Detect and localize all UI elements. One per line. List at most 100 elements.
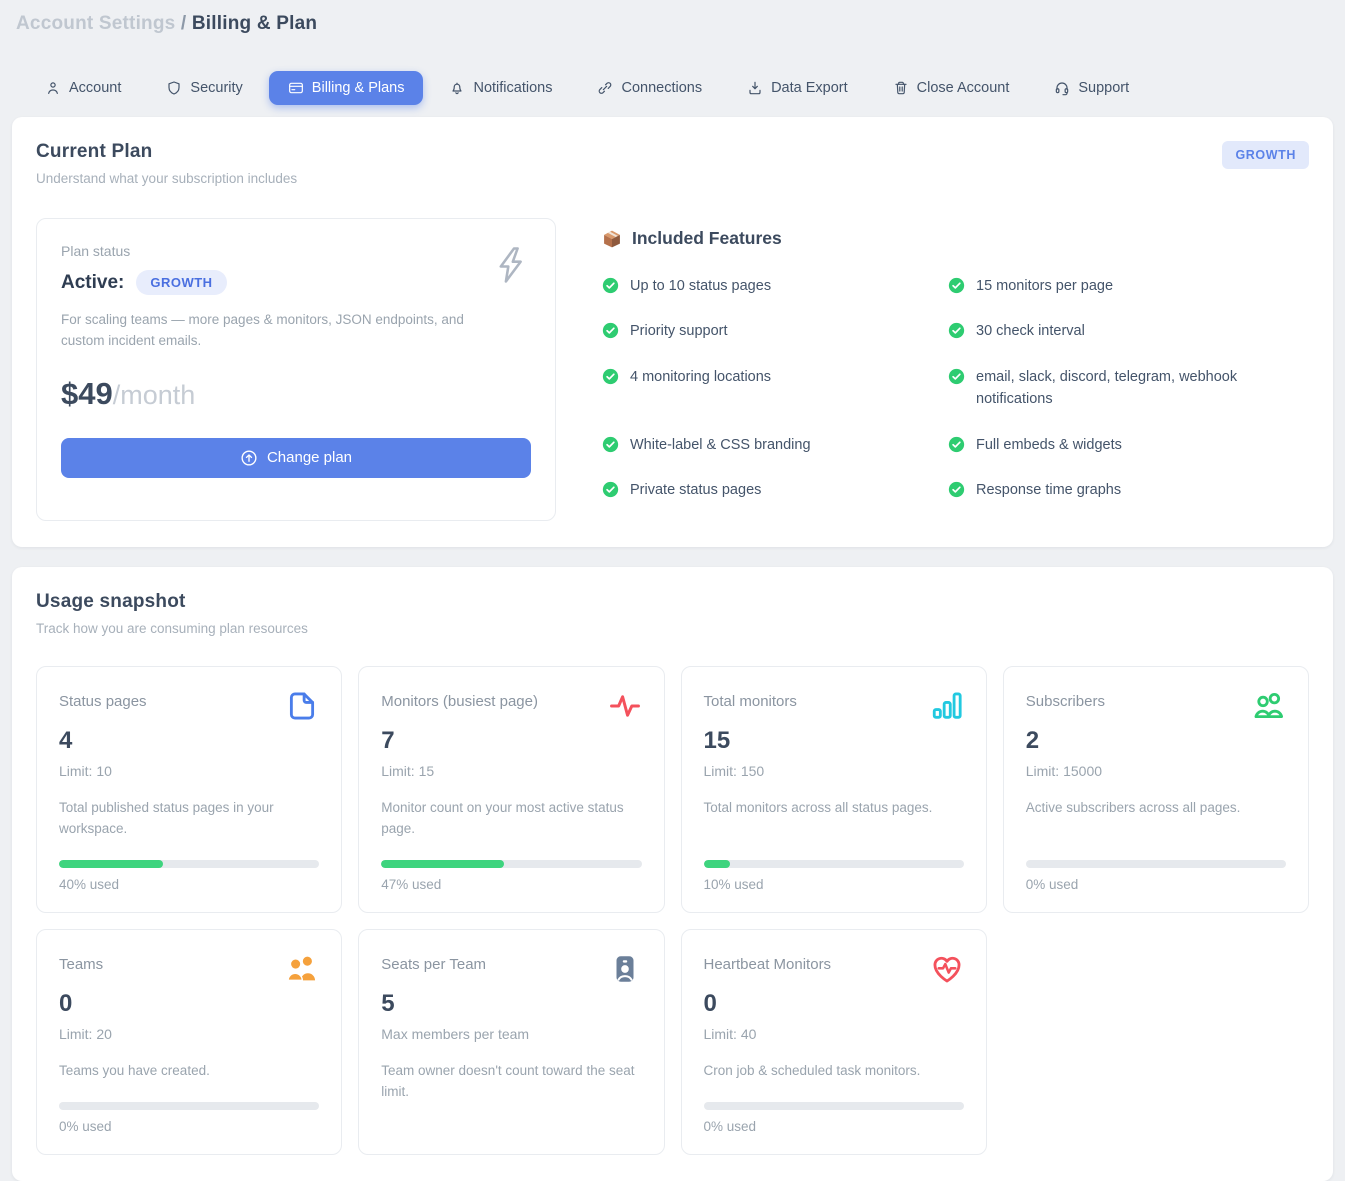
check-circle-icon: [602, 436, 619, 453]
usage-card-value: 15: [704, 727, 964, 755]
feature-item: Private status pages: [602, 479, 948, 501]
tab-data-export[interactable]: Data Export: [728, 71, 867, 105]
download-icon: [747, 80, 763, 96]
usage-card-total-monitors: Total monitors 15 Limit: 150 Total monit…: [681, 666, 987, 913]
usage-card-title: Status pages: [59, 689, 147, 710]
usage-card-value: 0: [704, 990, 964, 1018]
settings-tab-bar: Account Security Billing & Plans Notific…: [26, 71, 1319, 105]
price-amount: $49: [61, 376, 113, 412]
current-plan-card: Current Plan Understand what your subscr…: [12, 117, 1333, 547]
usage-card-limit: Limit: 15: [381, 763, 641, 779]
usage-card-value: 4: [59, 727, 319, 755]
feature-label: 4 monitoring locations: [630, 366, 771, 388]
breadcrumb-separator: /: [181, 13, 192, 34]
features-title: Included Features: [632, 228, 782, 249]
usage-percent-label: 47% used: [381, 877, 641, 892]
feature-label: 30 check interval: [976, 320, 1085, 342]
activity-icon: [608, 689, 642, 723]
usage-grid: Status pages 4 Limit: 10 Total published…: [36, 666, 1309, 1155]
billing-page: Account Settings / Billing & Plan Accoun…: [0, 0, 1345, 1181]
price-period: /month: [113, 380, 196, 411]
feature-label: Response time graphs: [976, 479, 1121, 501]
check-circle-icon: [602, 368, 619, 385]
tab-connections[interactable]: Connections: [578, 71, 721, 105]
usage-percent-label: 0% used: [704, 1119, 964, 1134]
included-features: Included Features Up to 10 status pages …: [602, 218, 1309, 521]
usage-card-value: 0: [59, 990, 319, 1018]
progress-track: [381, 860, 641, 868]
tab-label: Data Export: [771, 80, 848, 96]
usage-card-limit: Limit: 15000: [1026, 763, 1286, 779]
usage-card-value: 7: [381, 727, 641, 755]
feature-item: email, slack, discord, telegram, webhook…: [948, 366, 1309, 411]
progress-track: [1026, 860, 1286, 868]
headset-icon: [1054, 80, 1070, 96]
usage-card-value: 5: [381, 990, 641, 1018]
bar-chart-icon: [930, 689, 964, 723]
feature-item: 15 monitors per page: [948, 275, 1309, 297]
change-plan-label: Change plan: [267, 449, 352, 466]
usage-percent-label: 0% used: [1026, 877, 1286, 892]
user-icon: [45, 80, 61, 96]
feature-label: Full embeds & widgets: [976, 434, 1122, 456]
usage-card-monitors-busiest: Monitors (busiest page) 7 Limit: 15 Moni…: [358, 666, 664, 913]
feature-label: White-label & CSS branding: [630, 434, 811, 456]
usage-card-limit: Limit: 40: [704, 1026, 964, 1042]
change-plan-button[interactable]: Change plan: [61, 438, 531, 478]
bell-icon: [449, 80, 465, 96]
tab-support[interactable]: Support: [1035, 71, 1148, 105]
current-plan-subtitle: Understand what your subscription includ…: [36, 171, 297, 186]
usage-card-status-pages: Status pages 4 Limit: 10 Total published…: [36, 666, 342, 913]
tab-close-account[interactable]: Close Account: [874, 71, 1029, 105]
tab-label: Notifications: [473, 80, 552, 96]
feature-item: Response time graphs: [948, 479, 1309, 501]
usage-card-limit: Limit: 10: [59, 763, 319, 779]
usage-card-description: Active subscribers across all pages.: [1026, 798, 1286, 819]
document-icon: [285, 689, 319, 723]
tab-account[interactable]: Account: [26, 71, 140, 105]
usage-card-title: Teams: [59, 952, 103, 973]
usage-percent-label: 10% used: [704, 877, 964, 892]
plan-status-box: Plan status Active: GROWTH For scaling t…: [36, 218, 556, 521]
usage-card-description: Teams you have created.: [59, 1061, 319, 1082]
usage-card-seats-per-team: Seats per Team 5 Max members per team Te…: [358, 929, 664, 1155]
progress-fill: [59, 860, 163, 868]
check-circle-icon: [948, 322, 965, 339]
id-badge-icon: [608, 952, 642, 986]
usage-grid-empty-cell: [1003, 929, 1309, 1155]
feature-label: Private status pages: [630, 479, 761, 501]
feature-label: email, slack, discord, telegram, webhook…: [976, 366, 1279, 411]
usage-card-teams: Teams 0 Limit: 20 Teams you have created…: [36, 929, 342, 1155]
usage-card-title: Monitors (busiest page): [381, 689, 538, 710]
usage-card-value: 2: [1026, 727, 1286, 755]
usage-card-description: Total published status pages in your wor…: [59, 798, 319, 840]
progress-track: [704, 860, 964, 868]
tab-billing-plans[interactable]: Billing & Plans: [269, 71, 424, 105]
feature-item: Full embeds & widgets: [948, 434, 1309, 456]
tab-label: Close Account: [917, 80, 1010, 96]
feature-label: Up to 10 status pages: [630, 275, 771, 297]
check-circle-icon: [948, 436, 965, 453]
feature-item: 4 monitoring locations: [602, 366, 948, 411]
tab-security[interactable]: Security: [147, 71, 261, 105]
heart-pulse-icon: [930, 952, 964, 986]
tab-label: Account: [69, 80, 121, 96]
credit-card-icon: [288, 80, 304, 96]
usage-title: Usage snapshot: [36, 591, 1309, 613]
breadcrumb-section[interactable]: Account Settings: [16, 13, 175, 34]
plan-tier-badge: GROWTH: [1222, 141, 1309, 169]
trash-icon: [893, 80, 909, 96]
check-circle-icon: [948, 277, 965, 294]
usage-card-limit: Limit: 150: [704, 763, 964, 779]
users-filled-icon: [285, 952, 319, 986]
check-circle-icon: [602, 322, 619, 339]
tab-notifications[interactable]: Notifications: [430, 71, 571, 105]
plan-status-value: Active:: [61, 272, 124, 294]
usage-card-title: Seats per Team: [381, 952, 486, 973]
check-circle-icon: [948, 368, 965, 385]
usage-card-description: Total monitors across all status pages.: [704, 798, 964, 819]
feature-label: 15 monitors per page: [976, 275, 1113, 297]
current-plan-title: Current Plan: [36, 141, 297, 163]
shield-icon: [166, 80, 182, 96]
check-circle-icon: [602, 277, 619, 294]
